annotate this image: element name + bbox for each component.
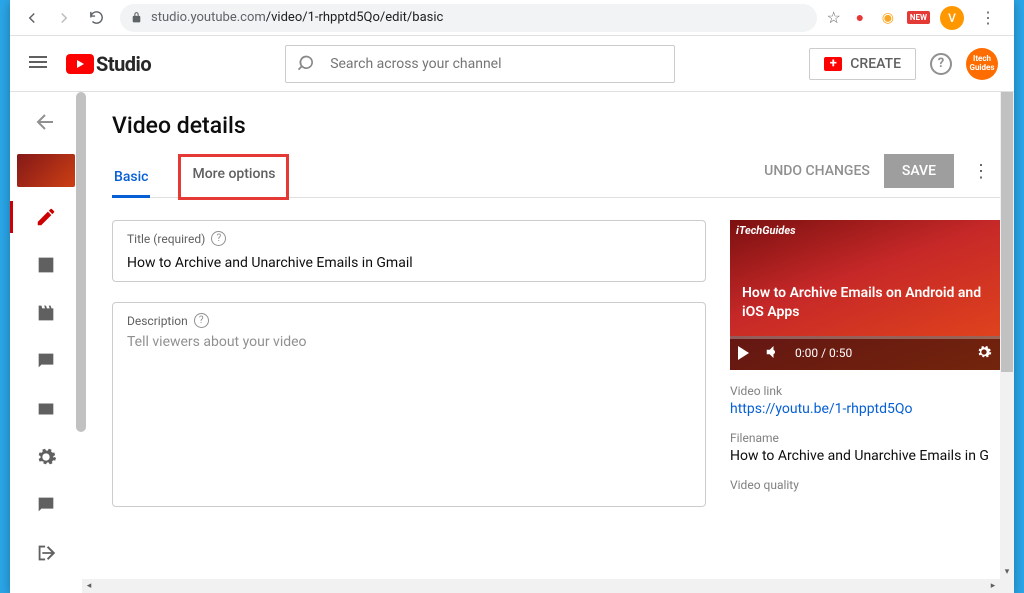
play-button[interactable] [738, 346, 749, 360]
sidebar-item-settings[interactable] [10, 433, 82, 481]
extension-record-icon[interactable]: ● [851, 9, 869, 27]
extensions-area: ● ◉ NEW V ⋮ [851, 4, 1006, 32]
volume-icon[interactable] [763, 343, 781, 364]
browser-menu-icon[interactable]: ⋮ [974, 4, 1002, 32]
extension-new-badge[interactable]: NEW [907, 11, 930, 24]
create-video-icon [824, 57, 842, 71]
sidebar-scrollbar[interactable] [76, 92, 86, 432]
video-thumbnail-mini[interactable] [17, 154, 75, 187]
help-icon[interactable]: ? [930, 53, 952, 75]
bookmark-star-icon[interactable]: ☆ [827, 8, 841, 27]
scroll-left-icon[interactable]: ◂ [82, 579, 96, 593]
sidebar-item-analytics[interactable] [10, 241, 82, 289]
video-link-value[interactable]: https://youtu.be/1-rhpptd5Qo [730, 401, 1000, 417]
browser-window: studio.youtube.com/video/1-rhpptd5Qo/edi… [10, 0, 1014, 593]
tab-more-options[interactable]: More options [178, 154, 289, 200]
youtube-icon [66, 54, 94, 74]
studio-logo[interactable]: Studio [66, 52, 151, 76]
scroll-right-icon[interactable]: ▸ [986, 579, 1000, 593]
player-controls: 0:00 / 0:50 [730, 336, 1000, 370]
profile-avatar[interactable]: V [940, 6, 964, 30]
create-button[interactable]: CREATE [809, 48, 916, 80]
address-bar[interactable]: studio.youtube.com/video/1-rhpptd5Qo/edi… [120, 4, 817, 32]
comments-icon [35, 350, 57, 372]
back-button[interactable] [18, 4, 46, 32]
scroll-down-icon[interactable]: ▾ [1000, 565, 1014, 579]
description-help-icon[interactable]: ? [194, 313, 209, 328]
description-field[interactable]: Description ? [112, 302, 706, 507]
undo-changes-button[interactable]: UNDO CHANGES [764, 163, 870, 179]
extension-shield-icon[interactable]: ◉ [879, 9, 897, 27]
progress-bar[interactable] [730, 336, 1000, 339]
preview-brand: iTechGuides [736, 224, 796, 237]
filename-label: Filename [730, 431, 1000, 445]
browser-toolbar: studio.youtube.com/video/1-rhpptd5Qo/edi… [10, 0, 1014, 36]
tabs-row: Basic More options UNDO CHANGES SAVE ⋮ [112, 157, 1004, 198]
sidebar-item-exit[interactable] [10, 529, 82, 577]
sidebar-item-subtitles[interactable] [10, 385, 82, 433]
reload-button[interactable] [82, 4, 110, 32]
sidebar-back-button[interactable] [34, 100, 58, 148]
channel-avatar[interactable]: Itech Guides [966, 48, 998, 80]
title-input[interactable] [127, 255, 691, 271]
filename-value: How to Archive and Unarchive Emails in G [730, 448, 1000, 464]
exit-icon [35, 542, 57, 564]
search-box[interactable] [285, 45, 675, 83]
search-input[interactable] [330, 56, 662, 72]
url-domain: studio.youtube.com [151, 10, 266, 25]
feedback-icon [35, 494, 57, 516]
title-help-icon[interactable]: ? [211, 231, 226, 246]
logo-text: Studio [96, 52, 151, 76]
sidebar-item-editor[interactable] [10, 289, 82, 337]
film-icon [35, 302, 57, 324]
sidebar-item-comments[interactable] [10, 337, 82, 385]
horizontal-scrollbar[interactable]: ◂ ▸ [82, 579, 1000, 593]
vertical-scrollbar[interactable]: ▴ ▾ [1000, 92, 1014, 593]
player-time: 0:00 / 0:50 [795, 346, 852, 360]
description-input[interactable] [127, 334, 691, 478]
menu-toggle[interactable] [26, 50, 50, 78]
preview-slide-title: How to Archive Emails on Android and iOS… [742, 284, 988, 322]
analytics-icon [35, 254, 57, 276]
description-label: Description [127, 314, 188, 328]
save-button[interactable]: SAVE [884, 154, 954, 188]
video-link-label: Video link [730, 384, 1000, 398]
app-body: Video details Basic More options UNDO CH… [10, 92, 1014, 593]
subtitles-icon [35, 398, 57, 420]
scroll-thumb[interactable] [1001, 92, 1013, 372]
video-quality-label: Video quality [730, 478, 1000, 492]
video-preview[interactable]: iTechGuides How to Archive Emails on And… [730, 220, 1000, 370]
more-actions-icon[interactable]: ⋮ [968, 161, 994, 182]
tab-basic[interactable]: Basic [112, 157, 150, 197]
forward-button[interactable] [50, 4, 78, 32]
main-content: Video details Basic More options UNDO CH… [82, 92, 1014, 593]
player-settings-icon[interactable] [976, 344, 992, 363]
page-title: Video details [112, 112, 1004, 139]
app-header: Studio CREATE ? Itech Guides [10, 36, 1014, 92]
create-label: CREATE [850, 56, 901, 72]
sidebar [10, 92, 82, 593]
title-field[interactable]: Title (required) ? [112, 220, 706, 282]
sidebar-item-details[interactable] [10, 193, 82, 241]
title-label: Title (required) [127, 232, 205, 246]
gear-icon [35, 446, 57, 468]
search-icon [298, 54, 318, 74]
pencil-icon [35, 206, 57, 228]
lock-icon [130, 11, 143, 24]
sidebar-item-feedback[interactable] [10, 481, 82, 529]
url-path: /video/1-rhpptd5Qo/edit/basic [266, 10, 444, 25]
